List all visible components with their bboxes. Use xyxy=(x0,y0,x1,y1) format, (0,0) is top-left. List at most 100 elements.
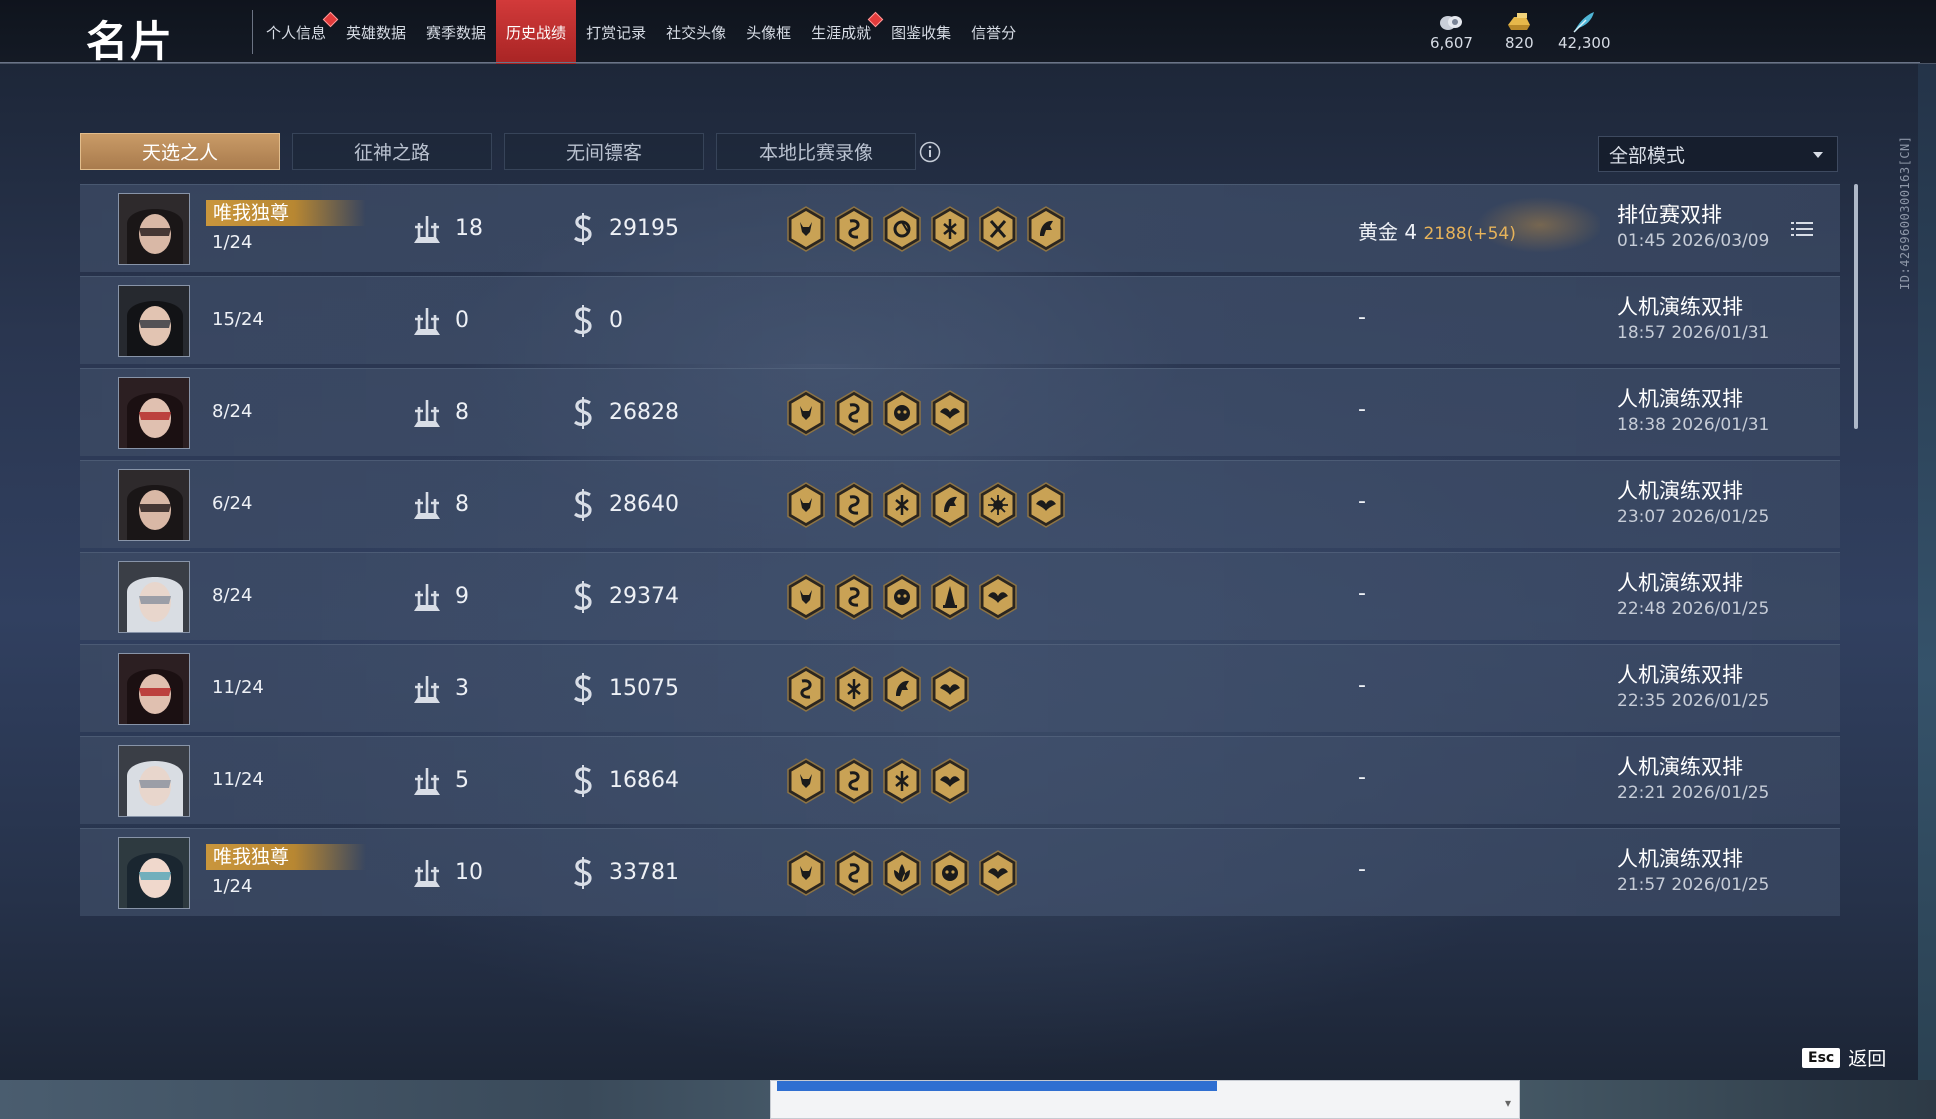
money-icon xyxy=(570,303,596,339)
wings-icon xyxy=(930,758,970,804)
match-time: 22:48 2026/01/25 xyxy=(1617,599,1770,619)
money-icon xyxy=(570,763,596,799)
nav-item-5[interactable]: 社交头像 xyxy=(656,0,736,64)
page-title: 名片 xyxy=(86,17,175,66)
nav-item-1[interactable]: 英雄数据 xyxy=(336,0,416,64)
mode-tabs: 天选之人 征神之路 无间镖客 本地比赛录像 xyxy=(80,133,916,170)
nav-item-label: 头像框 xyxy=(746,23,792,42)
back-button[interactable]: Esc 返回 xyxy=(1802,1044,1886,1071)
currency-3: 42,300 xyxy=(1558,10,1611,52)
match-row[interactable]: 唯我独尊 1/24 18 29195 黄金 4 2188(+54) 排位赛双排 01:45 … xyxy=(80,184,1840,272)
divider xyxy=(252,10,253,54)
rank-info: - xyxy=(1358,673,1366,698)
rank-info: - xyxy=(1358,857,1366,882)
nav-item-4[interactable]: 打赏记录 xyxy=(576,0,656,64)
kill-count: 9 xyxy=(455,584,469,609)
blades-icon xyxy=(882,758,922,804)
nav-item-label: 赛季数据 xyxy=(426,23,487,42)
overlay-text-box[interactable]: ▾ xyxy=(770,1080,1520,1119)
placement: 8/24 xyxy=(212,401,253,422)
rank-info: - xyxy=(1358,765,1366,790)
horse-icon xyxy=(882,666,922,712)
equipment-icons xyxy=(786,850,1018,896)
kill-count: 8 xyxy=(455,492,469,517)
demon-icon xyxy=(786,758,826,804)
match-row[interactable]: 6/24 8 28640 - 人机演练双排 23:07 2026/01/25 xyxy=(80,460,1840,548)
header-divider xyxy=(0,62,1920,63)
demon-icon xyxy=(786,390,826,436)
equipment-icons xyxy=(786,482,1066,528)
avatar xyxy=(118,193,190,265)
tab-zhengshen[interactable]: 征神之路 xyxy=(292,133,492,170)
money-value: 29195 xyxy=(609,216,679,241)
rank-info: - xyxy=(1358,397,1366,422)
mode-filter-dropdown[interactable]: 全部模式 xyxy=(1598,136,1838,172)
tab-tianxuan[interactable]: 天选之人 xyxy=(80,133,280,170)
nav-item-label: 个人信息 xyxy=(266,23,327,42)
money-icon xyxy=(570,487,596,523)
champion-badge: 唯我独尊 xyxy=(206,844,366,870)
scrollbar[interactable] xyxy=(1854,184,1858,429)
placement: 8/24 xyxy=(212,585,253,606)
serpent-icon xyxy=(834,206,874,252)
champion-badge: 唯我独尊 xyxy=(206,200,366,226)
cross-swords-icon xyxy=(978,206,1018,252)
nav-item-2[interactable]: 赛季数据 xyxy=(416,0,496,64)
face-icon xyxy=(882,574,922,620)
game-mode: 人机演练双排 xyxy=(1617,663,1743,687)
kills-icon xyxy=(410,489,444,521)
nav-item-9[interactable]: 信誉分 xyxy=(961,0,1026,64)
nav-item-0[interactable]: 个人信息 xyxy=(256,0,339,64)
match-row[interactable]: 唯我独尊 1/24 10 33781 - 人机演练双排 21:57 2026/01/25 xyxy=(80,828,1840,916)
back-label: 返回 xyxy=(1848,1048,1887,1070)
player-id: ID:4269600300163[CN] xyxy=(1898,135,1912,291)
nav-item-7[interactable]: 生涯成就 xyxy=(801,0,884,64)
money-icon xyxy=(570,211,596,247)
match-time: 23:07 2026/01/25 xyxy=(1617,507,1770,527)
game-mode: 人机演练双排 xyxy=(1617,295,1743,319)
currency-1-value: 6,607 xyxy=(1430,34,1473,52)
placement: 11/24 xyxy=(212,769,264,790)
kill-count: 8 xyxy=(455,400,469,425)
wings-icon xyxy=(930,390,970,436)
rank-info: 黄金 4 2188(+54) xyxy=(1358,216,1516,245)
tower-icon xyxy=(930,574,970,620)
kill-count: 18 xyxy=(455,216,483,241)
kill-count: 10 xyxy=(455,860,483,885)
demon-icon xyxy=(786,574,826,620)
game-mode: 人机演练双排 xyxy=(1617,755,1743,779)
tab-local-replay[interactable]: 本地比赛录像 xyxy=(716,133,916,170)
match-time: 18:38 2026/01/31 xyxy=(1617,415,1770,435)
match-row[interactable]: 8/24 9 29374 - 人机演练双排 22:48 2026/01/25 xyxy=(80,552,1840,640)
menu-list-icon[interactable] xyxy=(1791,221,1813,237)
nav-item-6[interactable]: 头像框 xyxy=(736,0,801,64)
game-mode: 人机演练双排 xyxy=(1617,571,1743,595)
match-row[interactable]: 15/24 0 0 - 人机演练双排 18:57 2026/01/31 xyxy=(80,276,1840,364)
match-row[interactable]: 8/24 8 26828 - 人机演练双排 18:38 2026/01/31 xyxy=(80,368,1840,456)
money-value: 29374 xyxy=(609,584,679,609)
face-icon xyxy=(930,850,970,896)
feather-icon xyxy=(1570,10,1598,34)
avatar xyxy=(118,469,190,541)
match-row[interactable]: 11/24 5 16864 - 人机演练双排 22:21 2026/01/25 xyxy=(80,736,1840,824)
money-value: 28640 xyxy=(609,492,679,517)
info-icon[interactable] xyxy=(919,141,941,163)
caret-down-icon xyxy=(1813,152,1823,158)
money-icon xyxy=(570,671,596,707)
placement: 1/24 xyxy=(212,232,253,253)
tab-wujian[interactable]: 无间镖客 xyxy=(504,133,704,170)
serpent-icon xyxy=(834,390,874,436)
currency-2: 820 xyxy=(1505,10,1534,52)
chevron-down-icon[interactable]: ▾ xyxy=(1505,1096,1511,1110)
blades-icon xyxy=(930,206,970,252)
game-mode: 人机演练双排 xyxy=(1617,479,1743,503)
swirl-icon xyxy=(882,206,922,252)
nav-item-8[interactable]: 图鉴收集 xyxy=(881,0,961,64)
match-row[interactable]: 11/24 3 15075 - 人机演练双排 22:35 2026/01/25 xyxy=(80,644,1840,732)
kills-icon xyxy=(410,765,444,797)
gold-ingot-icon xyxy=(1505,10,1533,34)
game-mode: 人机演练双排 xyxy=(1617,387,1743,411)
text-selection xyxy=(777,1081,1217,1091)
rank-points: 2188(+54) xyxy=(1423,224,1516,244)
nav-item-3[interactable]: 历史战绩 xyxy=(496,0,577,64)
